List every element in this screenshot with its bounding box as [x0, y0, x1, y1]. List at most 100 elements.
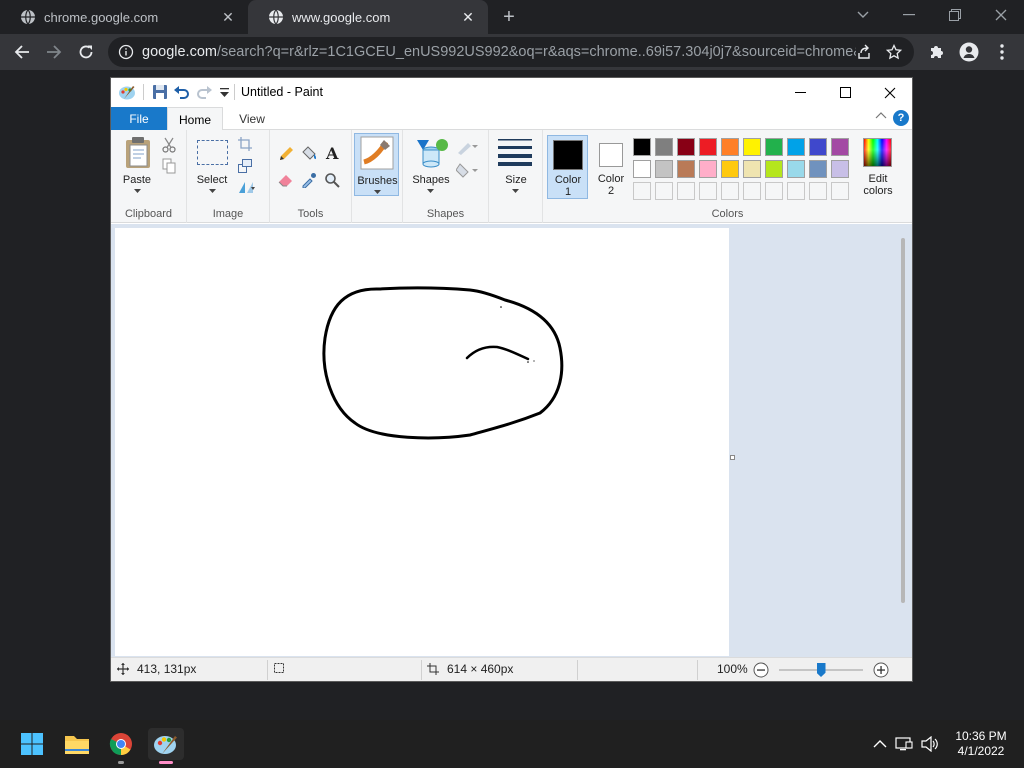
palette-swatch[interactable]	[787, 160, 805, 178]
address-bar[interactable]: google.com/search?q=r&rlz=1C1GCEU_enUS99…	[108, 37, 914, 67]
close-window-button[interactable]	[978, 0, 1024, 30]
palette-swatch[interactable]	[831, 138, 849, 156]
shapes-button-label[interactable]: Shapes	[410, 174, 452, 186]
zoom-in-button[interactable]	[873, 662, 889, 678]
network-button[interactable]	[892, 728, 916, 760]
paste-button-label[interactable]: Paste	[117, 174, 157, 186]
brushes-button[interactable]: Brushes	[354, 133, 399, 196]
palette-swatch[interactable]	[765, 160, 783, 178]
file-explorer-button[interactable]	[61, 728, 93, 760]
zoom-out-button[interactable]	[753, 662, 769, 678]
tab-home[interactable]: Home	[167, 107, 223, 131]
palette-swatch[interactable]	[765, 138, 783, 156]
profile-button[interactable]	[955, 38, 983, 66]
select-button-label[interactable]: Select	[192, 174, 232, 186]
custom-color-slot[interactable]	[655, 182, 673, 200]
paste-icon[interactable]	[124, 136, 152, 170]
custom-color-slot[interactable]	[677, 182, 695, 200]
custom-color-slot[interactable]	[765, 182, 783, 200]
line-width-icon[interactable]	[498, 138, 532, 166]
palette-swatch[interactable]	[743, 138, 761, 156]
palette-swatch[interactable]	[633, 138, 651, 156]
new-tab-button[interactable]: +	[498, 7, 520, 29]
palette-swatch[interactable]	[633, 160, 651, 178]
custom-color-slot[interactable]	[809, 182, 827, 200]
paint-app-icon[interactable]	[118, 83, 136, 101]
browser-tab-chrome-web-store[interactable]: chrome.google.com ✕	[0, 0, 248, 34]
restore-button[interactable]	[932, 0, 978, 30]
custom-color-slot[interactable]	[831, 182, 849, 200]
color-1-button[interactable]: Color 1	[547, 135, 588, 199]
chrome-menu-button[interactable]	[988, 38, 1016, 66]
palette-swatch[interactable]	[809, 160, 827, 178]
select-icon[interactable]	[197, 140, 228, 165]
paint-minimize-button[interactable]	[777, 78, 823, 107]
shapes-icon[interactable]	[415, 136, 449, 168]
copy-icon[interactable]	[162, 158, 176, 174]
color-2-button[interactable]: Color 2	[590, 135, 631, 199]
palette-swatch[interactable]	[677, 160, 695, 178]
rotate-icon[interactable]	[238, 180, 256, 194]
eraser-icon[interactable]	[278, 172, 294, 188]
chevron-down-icon[interactable]	[134, 189, 141, 193]
tab-view[interactable]: View	[229, 107, 275, 130]
palette-swatch[interactable]	[699, 138, 717, 156]
chevron-down-icon[interactable]	[209, 189, 216, 193]
chrome-taskbar-button[interactable]	[105, 728, 137, 764]
undo-icon[interactable]	[173, 83, 191, 101]
volume-button[interactable]	[918, 728, 942, 760]
custom-color-slot[interactable]	[743, 182, 761, 200]
custom-color-slot[interactable]	[699, 182, 717, 200]
cut-icon[interactable]	[162, 137, 176, 153]
minimize-button[interactable]	[886, 0, 932, 30]
paint-close-button[interactable]	[867, 78, 913, 107]
pencil-icon[interactable]	[278, 146, 294, 162]
paint-taskbar-button[interactable]	[148, 728, 184, 764]
reload-button[interactable]	[72, 38, 100, 66]
palette-swatch[interactable]	[655, 160, 673, 178]
custom-color-slot[interactable]	[787, 182, 805, 200]
fill-icon[interactable]	[456, 163, 480, 179]
palette-swatch[interactable]	[721, 160, 739, 178]
close-tab-icon[interactable]: ✕	[460, 9, 476, 25]
custom-color-slot[interactable]	[721, 182, 739, 200]
palette-swatch[interactable]	[831, 160, 849, 178]
palette-swatch[interactable]	[809, 138, 827, 156]
paint-maximize-button[interactable]	[822, 78, 868, 107]
back-button[interactable]	[8, 38, 36, 66]
browser-tab-google[interactable]: www.google.com ✕	[248, 0, 488, 34]
chevron-down-icon[interactable]	[512, 189, 519, 193]
chevron-down-icon[interactable]	[427, 189, 434, 193]
bookmark-star-icon[interactable]	[886, 44, 902, 60]
canvas-resize-handle[interactable]	[730, 455, 735, 460]
palette-swatch[interactable]	[721, 138, 739, 156]
magnifier-icon[interactable]	[324, 172, 340, 188]
drawing-canvas[interactable]	[115, 228, 729, 656]
resize-icon[interactable]	[238, 159, 252, 173]
extensions-button[interactable]	[923, 38, 951, 66]
close-tab-icon[interactable]: ✕	[220, 9, 236, 25]
palette-swatch[interactable]	[743, 160, 761, 178]
color-picker-icon[interactable]	[301, 172, 317, 188]
help-icon[interactable]: ?	[893, 110, 909, 126]
outline-icon[interactable]	[456, 139, 480, 155]
crop-icon[interactable]	[238, 137, 252, 151]
tab-search-icon[interactable]	[840, 0, 886, 30]
edit-colors-button[interactable]: Edit colors	[853, 135, 903, 199]
tab-file[interactable]: File	[111, 107, 167, 130]
forward-button[interactable]	[40, 38, 68, 66]
custom-color-slot[interactable]	[633, 182, 651, 200]
zoom-slider-track[interactable]	[779, 663, 863, 677]
site-info-icon[interactable]	[118, 44, 134, 60]
fill-bucket-icon[interactable]	[301, 146, 317, 162]
palette-swatch[interactable]	[655, 138, 673, 156]
palette-swatch[interactable]	[677, 138, 695, 156]
collapse-ribbon-icon[interactable]	[875, 111, 889, 125]
redo-icon[interactable]	[195, 83, 213, 101]
customize-quick-access-icon[interactable]	[216, 83, 234, 101]
palette-swatch[interactable]	[787, 138, 805, 156]
save-icon[interactable]	[151, 83, 169, 101]
text-icon[interactable]: A	[324, 145, 340, 161]
vertical-scrollbar[interactable]	[901, 238, 905, 603]
zoom-slider-thumb[interactable]	[816, 663, 826, 677]
